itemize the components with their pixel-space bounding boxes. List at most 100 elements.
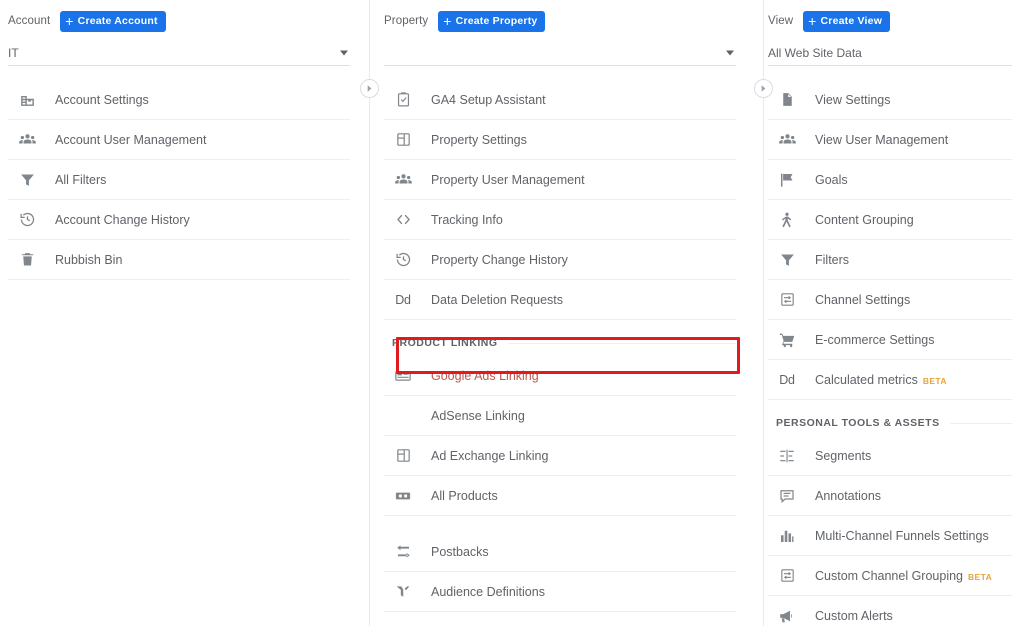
menu-item-label: Goals [815,172,848,187]
menu-item-account-change-history[interactable]: Account Change History [8,200,350,240]
menu-item-property-user-management[interactable]: Property User Management [384,160,736,200]
menu-item-view-settings[interactable]: View Settings [768,80,1012,120]
menu-item-label: Custom Alerts [815,608,893,623]
section-rule [949,422,1012,424]
arrow-right-icon [761,85,766,92]
plus-icon: + [808,12,817,29]
menu-item-property-change-history[interactable]: Property Change History [384,240,736,280]
menu-item-label: View User Management [815,132,949,147]
create-account-label: Create Account [77,15,158,27]
channel-icon [776,566,798,586]
menu-item-custom-alerts[interactable]: Custom Alerts [768,596,1012,626]
menu-item-property-settings[interactable]: Property Settings [384,120,736,160]
menu-item-postbacks[interactable]: Postbacks [384,532,736,572]
menu-item-view-user-management[interactable]: View User Management [768,120,1012,160]
account-header: Account + Create Account [8,0,350,32]
menu-item-custom-channel-grouping[interactable]: Custom Channel Grouping BETA [768,556,1012,596]
plus-icon: + [443,12,452,29]
building-icon [16,90,38,110]
admin-page: Account + Create Account IT Account Sett… [0,0,1024,626]
menu-item-label: AdSense Linking [431,408,525,423]
all-products-icon [392,486,414,506]
menu-item-multi-channel-funnels-settings[interactable]: Multi-Channel Funnels Settings [768,516,1012,556]
menu-item-tracking-info[interactable]: Tracking Info [384,200,736,240]
menu-item-label: Property User Management [431,172,585,187]
section-title: PERSONAL TOOLS & ASSETS [776,417,940,429]
menu-item-label: Account Settings [55,92,149,107]
menu-item-label: Property Change History [431,252,568,267]
trash-icon [16,250,38,270]
menu-item-label: Segments [815,448,872,463]
collapse-property-column-button[interactable] [754,79,773,98]
clipboard-check-icon [392,90,414,110]
section-title: PRODUCT LINKING [392,337,498,349]
history-icon [16,210,38,230]
view-column: View + Create View All Web Site Data Vie… [760,0,1024,626]
people-icon [776,130,798,150]
menu-item-label: Channel Settings [815,292,911,307]
menu-item-custom-definitions[interactable]: Dd Custom Definitions [384,612,736,626]
create-view-label: Create View [820,15,883,27]
plus-icon: + [65,12,74,29]
property-column: Property + Create Property GA4 Setup Ass… [368,0,760,626]
menu-item-label: Filters [815,252,850,267]
create-view-button[interactable]: + Create View [803,10,891,32]
menu-item-filters[interactable]: Filters [768,240,1012,280]
view-menu: View Settings View User Management Goals… [768,80,1012,626]
funnel-icon [776,250,798,270]
menu-item-account-user-management[interactable]: Account User Management [8,120,350,160]
section-rule [507,342,736,344]
dd-icon: Dd [779,372,795,387]
create-property-button[interactable]: + Create Property [438,10,546,32]
segments-icon [776,446,798,466]
menu-item-label: Rubbish Bin [55,252,123,267]
account-label: Account [8,15,51,27]
menu-item-audience-definitions[interactable]: Audience Definitions [384,572,736,612]
view-header: View + Create View [768,0,1012,32]
document-icon [776,90,798,110]
menu-item-ad-exchange-linking[interactable]: Ad Exchange Linking [384,436,736,476]
collapse-account-column-button[interactable] [360,79,379,98]
menu-item-all-filters[interactable]: All Filters [8,160,350,200]
menu-item-account-settings[interactable]: Account Settings [8,80,350,120]
account-selector[interactable]: IT [8,40,350,66]
menu-item-label: Calculated metrics [815,372,918,387]
menu-item-ga4-setup-assistant[interactable]: GA4 Setup Assistant [384,80,736,120]
beta-badge: BETA [922,375,947,386]
funnel-icon [16,170,38,190]
view-label: View [768,15,794,27]
account-menu: Account Settings Account User Management… [8,80,350,280]
property-selector[interactable] [384,40,736,66]
dd-icon: Dd [395,292,411,307]
menu-item-adsense-linking[interactable]: AdSense Linking [384,396,736,436]
menu-item-ecommerce-settings[interactable]: E-commerce Settings [768,320,1012,360]
menu-item-data-deletion-requests[interactable]: Dd Data Deletion Requests [384,280,736,320]
menu-item-calculated-metrics[interactable]: Dd Calculated metrics BETA [768,360,1012,400]
menu-item-content-grouping[interactable]: Content Grouping [768,200,1012,240]
menu-item-label: Annotations [815,488,882,503]
arrow-right-icon [367,85,372,92]
bar-chart-icon [776,526,798,546]
menu-item-rubbish-bin[interactable]: Rubbish Bin [8,240,350,280]
people-icon [392,170,414,190]
menu-item-label: Audience Definitions [431,584,545,599]
view-selector-value: All Web Site Data [768,45,862,60]
menu-item-goals[interactable]: Goals [768,160,1012,200]
menu-item-channel-settings[interactable]: Channel Settings [768,280,1012,320]
create-account-button[interactable]: + Create Account [60,10,166,32]
layout-icon [392,130,414,150]
chevron-down-icon [340,50,348,55]
menu-item-label: Data Deletion Requests [431,292,564,307]
dd-icon: Dd [392,622,414,626]
ads-card-icon [392,366,414,386]
menu-item-label: Multi-Channel Funnels Settings [815,528,989,543]
account-selector-value: IT [8,45,19,60]
menu-item-label: Google Ads Linking [431,368,539,383]
menu-item-google-ads-linking[interactable]: Google Ads Linking [384,356,736,396]
menu-item-annotations[interactable]: Annotations [768,476,1012,516]
menu-item-all-products[interactable]: All Products [384,476,736,516]
view-selector[interactable]: All Web Site Data [768,40,1012,66]
menu-item-segments[interactable]: Segments [768,436,1012,476]
cart-icon [776,330,798,350]
layout-icon [392,446,414,466]
